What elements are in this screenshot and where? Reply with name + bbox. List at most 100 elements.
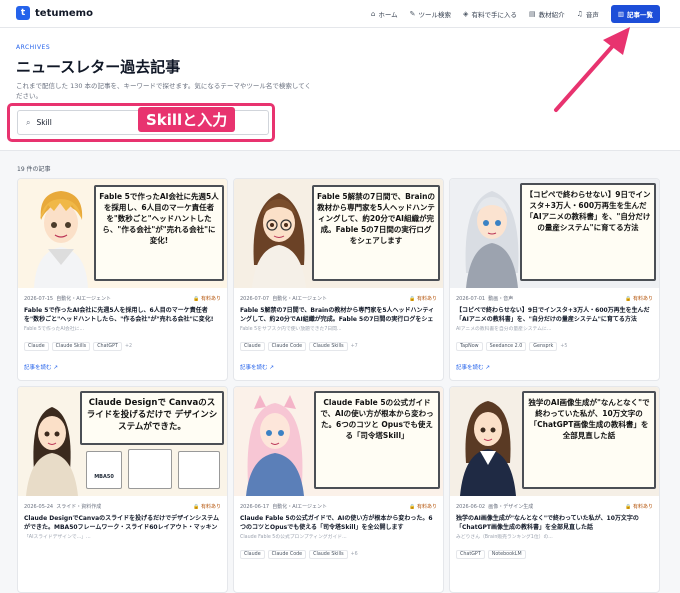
paid-badge-label: 有料あり [416,296,437,302]
card-thumbnail: 独学のAI画像生成が"なんとなく"で終わっていた私が、10万文字の「ChatGP… [450,387,659,496]
more-tags-count: +2 [124,344,133,349]
card-description: 「AIスライドデザインで...」... [24,535,91,540]
card-description: Claude Fable 5の公式プロンプティングガイド... [240,535,347,540]
paid-badge: 🔒 有料あり [409,504,437,510]
card-date-category: 2026-05-24 スライド・資料作成 [24,503,101,510]
card-meta: 2026-07-15 自動化・AIエージェント 🔒 有料あり [24,295,221,302]
card-meta: 2026-07-07 自動化・AIエージェント 🔒 有料あり [240,295,437,302]
paid-badge-label: 有料あり [416,504,437,510]
card-date: 2026-05-24 [24,504,54,510]
whiteboard: Fable 5解禁の7日間で、Brainの教材から専門家を5人ヘッドハンティング… [312,185,440,281]
whiteboard: Claude Fable 5の公式ガイドで、AIの使い方が根本から変わった。6つ… [314,391,440,489]
whiteboard: Fable 5で作ったAI会社に先週5人を採用し、6人目のマーケ責任者を"数秒ご… [94,185,224,281]
tag[interactable]: Claude Skills [309,550,348,559]
card-description: Fable 5で作ったAI会社に... [24,327,85,332]
card-title[interactable]: Fable 5解禁の7日間で、Brainの教材から専門家を5人ヘッドハンティング… [240,306,437,324]
board-text: Fable 5解禁の7日間で、Brainの教材から専門家を5人ヘッドハンティング… [317,192,435,245]
tag[interactable]: Claude [240,550,265,559]
read-article-label: 記事を読む [24,365,52,371]
results-count: 19 件の記事 [17,166,51,173]
read-article-link[interactable]: 記事を読む ↗ [240,363,274,371]
card-category: 画像・デザイン生成 [488,504,534,510]
paid-badge: 🔒 有料あり [193,504,221,510]
mba-thumbnail: MBA50 [86,451,122,489]
card-description: AIアニメの教科書を自分の量産システムに... [456,327,552,332]
card-date: 2026-06-17 [240,504,270,510]
card-date-category: 2026-07-01 動画・音声 [456,295,513,302]
card-category: 自動化・AIエージェント [56,296,112,302]
tag[interactable]: Claude Skills [51,342,91,351]
card-tags: ChatGPT NotebookLM [456,550,526,559]
card-title[interactable]: Claude DesignでCanvaのスライドを投げるだけでデザインシステムが… [24,514,221,532]
tag[interactable]: ChatGPT [456,550,485,559]
card-title[interactable]: Claude Fable 5の公式ガイドで、AIの使い方が根本から変わった。6つ… [240,514,437,532]
tag[interactable]: Claude [240,342,265,351]
board-text: Claude Fable 5の公式ガイドで、AIの使い方が根本から変わった。6つ… [320,398,434,440]
card-date: 2026-07-07 [240,296,270,302]
paid-badge: 🔒 有料あり [625,296,653,302]
article-card[interactable]: Fable 5解禁の7日間で、Brainの教材から専門家を5人ヘッドハンティング… [233,178,444,381]
card-tags: TapNow Seedance 2.0 Gensprk +5 [456,342,567,351]
tag[interactable]: Claude [24,342,49,351]
consulting-thumbnail [178,451,220,489]
card-category: 自動化・AIエージェント [272,296,328,302]
paid-badge-label: 有料あり [632,296,653,302]
board-text: Claude Designで Canvaのスライドを投げるだけで デザインシステ… [86,398,218,432]
card-tags: Claude Claude Code Claude Skills +7 [240,342,358,351]
character-illustration [465,191,519,288]
article-grid: Fable 5で作ったAI会社に先週5人を採用し、6人目のマーケ責任者を"数秒ご… [17,178,663,593]
paid-badge-label: 有料あり [200,504,221,510]
paid-badge-label: 有料あり [200,296,221,302]
card-date-category: 2026-06-02 画像・デザイン生成 [456,503,533,510]
card-description: Fable 5をサブスク内で使い放題できた7日間... [240,327,342,332]
whiteboard: 独学のAI画像生成が"なんとなく"で終わっていた私が、10万文字の「ChatGP… [522,391,656,489]
card-tags: Claude Claude Code Claude Skills +6 [240,550,358,559]
board-text: 【コピペで終わらせない】9日でインスタ+3万人・600万再生を生んだ「AIアニメ… [525,190,651,232]
card-meta: 2026-07-01 動画・音声 🔒 有料あり [456,295,653,302]
read-article-label: 記事を読む [240,365,268,371]
tag[interactable]: NotebookLM [487,550,526,559]
tag[interactable]: TapNow [456,342,483,351]
article-card[interactable]: 独学のAI画像生成が"なんとなく"で終わっていた私が、10万文字の「ChatGP… [449,386,660,593]
card-thumbnail: Fable 5で作ったAI会社に先週5人を採用し、6人目のマーケ責任者を"数秒ご… [18,179,227,288]
tag[interactable]: Gensprk [529,342,558,351]
board-text: Fable 5で作ったAI会社に先週5人を採用し、6人目のマーケ責任者を"数秒ご… [99,192,219,245]
tag[interactable]: Seedance 2.0 [485,342,527,351]
card-title[interactable]: 独学のAI画像生成が"なんとなく"で終わっていた私が、10万文字の「ChatGP… [456,514,653,532]
whiteboard: 【コピペで終わらせない】9日でインスタ+3万人・600万再生を生んだ「AIアニメ… [520,183,656,281]
card-date: 2026-07-15 [24,296,54,302]
tag[interactable]: ChatGPT [93,342,122,351]
card-title[interactable]: Fable 5で作ったAI会社に先週5人を採用し、6人目のマーケ責任者を"数秒ご… [24,306,221,324]
tag[interactable]: Claude Code [267,550,307,559]
card-title[interactable]: 【コピペで終わらせない】9日でインスタ+3万人・600万再生を生んだ「AIアニメ… [456,306,653,324]
card-meta: 2026-06-17 自動化・AIエージェント 🔒 有料あり [240,503,437,510]
card-date: 2026-06-02 [456,504,486,510]
card-category: 自動化・AIエージェント [272,504,328,510]
tag[interactable]: Claude Code [267,342,307,351]
whiteboard: Claude Designで Canvaのスライドを投げるだけで デザインシステ… [80,391,224,445]
card-thumbnail: Claude Designで Canvaのスライドを投げるだけで デザインシステ… [18,387,227,496]
character-illustration [252,193,306,288]
card-date-category: 2026-07-07 自動化・AIエージェント [240,295,327,302]
slide-layout-thumbnail [128,449,172,489]
card-thumbnail: 【コピペで終わらせない】9日でインスタ+3万人・600万再生を生んだ「AIアニメ… [450,179,659,288]
character-illustration [460,401,516,496]
article-card[interactable]: Claude Designで Canvaのスライドを投げるだけで デザインシステ… [17,386,228,593]
card-tags: Claude Claude Skills ChatGPT +2 [24,342,132,351]
more-tags-count: +5 [560,344,568,349]
article-card[interactable]: Claude Fable 5の公式ガイドで、AIの使い方が根本から変わった。6つ… [233,386,444,593]
read-article-label: 記事を読む [456,365,484,371]
tag[interactable]: Claude Skills [309,342,348,351]
paid-badge: 🔒 有料あり [193,296,221,302]
card-thumbnail: Claude Fable 5の公式ガイドで、AIの使い方が根本から変わった。6つ… [234,387,443,496]
card-thumbnail: Fable 5解禁の7日間で、Brainの教材から専門家を5人ヘッドハンティング… [234,179,443,288]
character-illustration [26,407,78,496]
arrow-shaft [554,38,620,112]
article-card[interactable]: 【コピペで終わらせない】9日でインスタ+3万人・600万再生を生んだ「AIアニメ… [449,178,660,381]
card-meta: 2026-05-24 スライド・資料作成 🔒 有料あり [24,503,221,510]
read-article-link[interactable]: 記事を読む ↗ [456,363,490,371]
article-card[interactable]: Fable 5で作ったAI会社に先週5人を採用し、6人目のマーケ責任者を"数秒ご… [17,178,228,381]
more-tags-count: +7 [350,344,358,349]
card-meta: 2026-06-02 画像・デザイン生成 🔒 有料あり [456,503,653,510]
read-article-link[interactable]: 記事を読む ↗ [24,363,58,371]
